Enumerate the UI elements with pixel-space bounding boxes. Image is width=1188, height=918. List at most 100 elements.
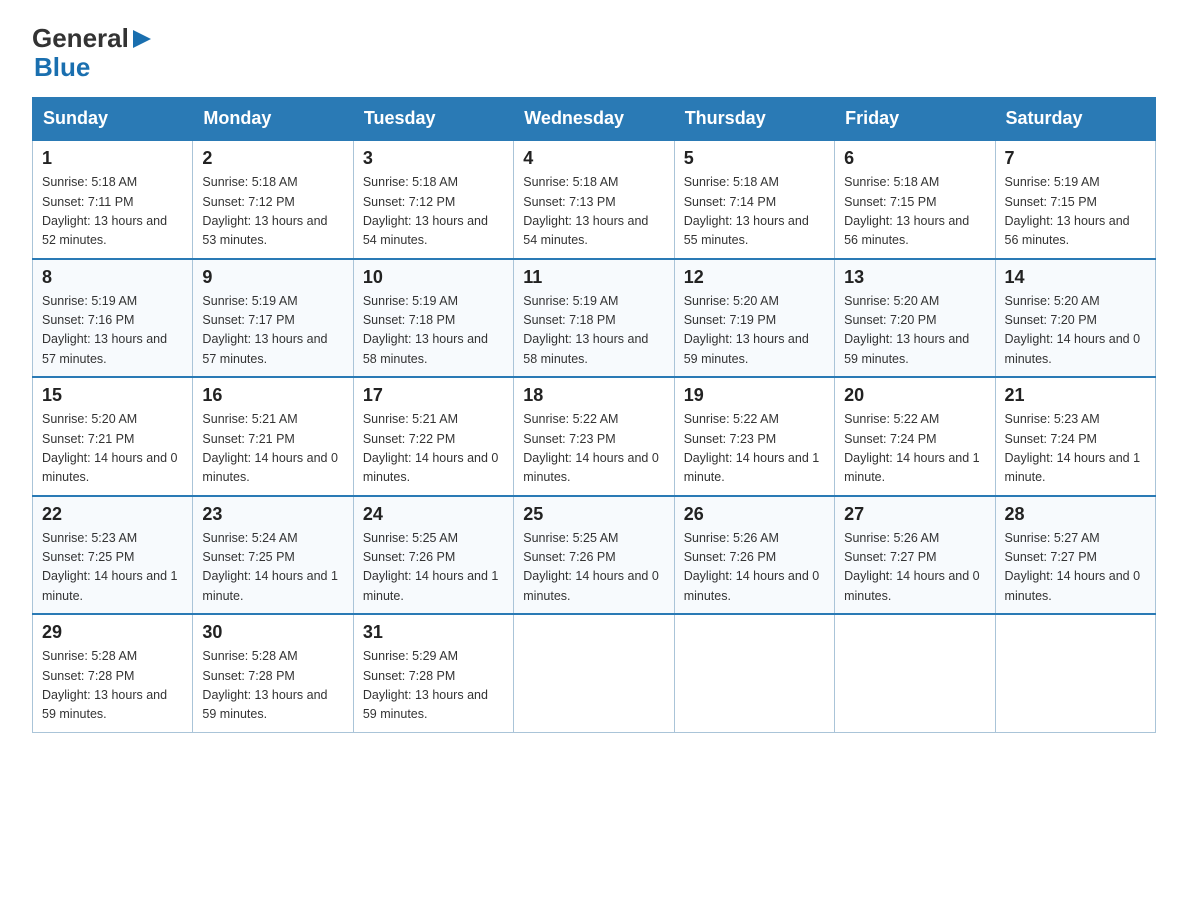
day-number: 16 xyxy=(202,385,343,406)
week-row-2: 8 Sunrise: 5:19 AMSunset: 7:16 PMDayligh… xyxy=(33,259,1156,378)
day-number: 25 xyxy=(523,504,664,525)
day-info: Sunrise: 5:19 AMSunset: 7:17 PMDaylight:… xyxy=(202,292,343,370)
day-number: 8 xyxy=(42,267,183,288)
day-number: 9 xyxy=(202,267,343,288)
day-number: 4 xyxy=(523,148,664,169)
header-monday: Monday xyxy=(193,98,353,141)
day-number: 12 xyxy=(684,267,825,288)
calendar-cell: 11 Sunrise: 5:19 AMSunset: 7:18 PMDaylig… xyxy=(514,259,674,378)
day-info: Sunrise: 5:19 AMSunset: 7:16 PMDaylight:… xyxy=(42,292,183,370)
day-number: 26 xyxy=(684,504,825,525)
day-info: Sunrise: 5:24 AMSunset: 7:25 PMDaylight:… xyxy=(202,529,343,607)
day-number: 28 xyxy=(1005,504,1146,525)
calendar-cell: 1 Sunrise: 5:18 AMSunset: 7:11 PMDayligh… xyxy=(33,140,193,259)
calendar-cell: 27 Sunrise: 5:26 AMSunset: 7:27 PMDaylig… xyxy=(835,496,995,615)
day-info: Sunrise: 5:18 AMSunset: 7:12 PMDaylight:… xyxy=(202,173,343,251)
calendar-cell: 6 Sunrise: 5:18 AMSunset: 7:15 PMDayligh… xyxy=(835,140,995,259)
day-info: Sunrise: 5:18 AMSunset: 7:14 PMDaylight:… xyxy=(684,173,825,251)
day-number: 5 xyxy=(684,148,825,169)
day-info: Sunrise: 5:18 AMSunset: 7:13 PMDaylight:… xyxy=(523,173,664,251)
day-number: 17 xyxy=(363,385,504,406)
week-row-1: 1 Sunrise: 5:18 AMSunset: 7:11 PMDayligh… xyxy=(33,140,1156,259)
logo-text-block: General Blue xyxy=(32,24,153,81)
calendar-cell: 20 Sunrise: 5:22 AMSunset: 7:24 PMDaylig… xyxy=(835,377,995,496)
calendar-cell: 31 Sunrise: 5:29 AMSunset: 7:28 PMDaylig… xyxy=(353,614,513,732)
header-thursday: Thursday xyxy=(674,98,834,141)
calendar-cell xyxy=(674,614,834,732)
day-info: Sunrise: 5:21 AMSunset: 7:21 PMDaylight:… xyxy=(202,410,343,488)
day-info: Sunrise: 5:27 AMSunset: 7:27 PMDaylight:… xyxy=(1005,529,1146,607)
day-number: 7 xyxy=(1005,148,1146,169)
page-header: General Blue xyxy=(32,24,1156,81)
day-number: 11 xyxy=(523,267,664,288)
calendar-cell: 15 Sunrise: 5:20 AMSunset: 7:21 PMDaylig… xyxy=(33,377,193,496)
day-info: Sunrise: 5:26 AMSunset: 7:26 PMDaylight:… xyxy=(684,529,825,607)
calendar-cell: 4 Sunrise: 5:18 AMSunset: 7:13 PMDayligh… xyxy=(514,140,674,259)
calendar-cell: 28 Sunrise: 5:27 AMSunset: 7:27 PMDaylig… xyxy=(995,496,1155,615)
calendar-cell xyxy=(514,614,674,732)
day-number: 14 xyxy=(1005,267,1146,288)
day-number: 20 xyxy=(844,385,985,406)
day-info: Sunrise: 5:23 AMSunset: 7:25 PMDaylight:… xyxy=(42,529,183,607)
logo-blue: Blue xyxy=(34,53,153,82)
logo-arrow-icon xyxy=(131,28,153,50)
day-info: Sunrise: 5:28 AMSunset: 7:28 PMDaylight:… xyxy=(202,647,343,725)
header-friday: Friday xyxy=(835,98,995,141)
calendar-cell: 7 Sunrise: 5:19 AMSunset: 7:15 PMDayligh… xyxy=(995,140,1155,259)
day-info: Sunrise: 5:20 AMSunset: 7:20 PMDaylight:… xyxy=(1005,292,1146,370)
day-info: Sunrise: 5:20 AMSunset: 7:21 PMDaylight:… xyxy=(42,410,183,488)
day-number: 15 xyxy=(42,385,183,406)
day-info: Sunrise: 5:26 AMSunset: 7:27 PMDaylight:… xyxy=(844,529,985,607)
day-info: Sunrise: 5:20 AMSunset: 7:19 PMDaylight:… xyxy=(684,292,825,370)
day-info: Sunrise: 5:22 AMSunset: 7:24 PMDaylight:… xyxy=(844,410,985,488)
day-info: Sunrise: 5:18 AMSunset: 7:11 PMDaylight:… xyxy=(42,173,183,251)
day-info: Sunrise: 5:25 AMSunset: 7:26 PMDaylight:… xyxy=(523,529,664,607)
day-number: 10 xyxy=(363,267,504,288)
calendar-cell: 5 Sunrise: 5:18 AMSunset: 7:14 PMDayligh… xyxy=(674,140,834,259)
day-info: Sunrise: 5:28 AMSunset: 7:28 PMDaylight:… xyxy=(42,647,183,725)
day-info: Sunrise: 5:29 AMSunset: 7:28 PMDaylight:… xyxy=(363,647,504,725)
calendar-cell: 29 Sunrise: 5:28 AMSunset: 7:28 PMDaylig… xyxy=(33,614,193,732)
calendar-cell: 19 Sunrise: 5:22 AMSunset: 7:23 PMDaylig… xyxy=(674,377,834,496)
day-number: 29 xyxy=(42,622,183,643)
header-tuesday: Tuesday xyxy=(353,98,513,141)
week-row-5: 29 Sunrise: 5:28 AMSunset: 7:28 PMDaylig… xyxy=(33,614,1156,732)
day-number: 24 xyxy=(363,504,504,525)
calendar-cell: 23 Sunrise: 5:24 AMSunset: 7:25 PMDaylig… xyxy=(193,496,353,615)
day-number: 13 xyxy=(844,267,985,288)
calendar-cell: 17 Sunrise: 5:21 AMSunset: 7:22 PMDaylig… xyxy=(353,377,513,496)
calendar-cell: 22 Sunrise: 5:23 AMSunset: 7:25 PMDaylig… xyxy=(33,496,193,615)
day-number: 22 xyxy=(42,504,183,525)
calendar-cell xyxy=(995,614,1155,732)
calendar-cell: 13 Sunrise: 5:20 AMSunset: 7:20 PMDaylig… xyxy=(835,259,995,378)
week-row-4: 22 Sunrise: 5:23 AMSunset: 7:25 PMDaylig… xyxy=(33,496,1156,615)
calendar-cell xyxy=(835,614,995,732)
day-number: 30 xyxy=(202,622,343,643)
day-info: Sunrise: 5:19 AMSunset: 7:18 PMDaylight:… xyxy=(363,292,504,370)
calendar-cell: 30 Sunrise: 5:28 AMSunset: 7:28 PMDaylig… xyxy=(193,614,353,732)
calendar-cell: 14 Sunrise: 5:20 AMSunset: 7:20 PMDaylig… xyxy=(995,259,1155,378)
day-info: Sunrise: 5:21 AMSunset: 7:22 PMDaylight:… xyxy=(363,410,504,488)
day-number: 27 xyxy=(844,504,985,525)
day-number: 6 xyxy=(844,148,985,169)
day-info: Sunrise: 5:22 AMSunset: 7:23 PMDaylight:… xyxy=(523,410,664,488)
day-info: Sunrise: 5:22 AMSunset: 7:23 PMDaylight:… xyxy=(684,410,825,488)
calendar-cell: 25 Sunrise: 5:25 AMSunset: 7:26 PMDaylig… xyxy=(514,496,674,615)
header-saturday: Saturday xyxy=(995,98,1155,141)
calendar-table: SundayMondayTuesdayWednesdayThursdayFrid… xyxy=(32,97,1156,733)
calendar-cell: 12 Sunrise: 5:20 AMSunset: 7:19 PMDaylig… xyxy=(674,259,834,378)
calendar-cell: 9 Sunrise: 5:19 AMSunset: 7:17 PMDayligh… xyxy=(193,259,353,378)
calendar-cell: 26 Sunrise: 5:26 AMSunset: 7:26 PMDaylig… xyxy=(674,496,834,615)
calendar-cell: 24 Sunrise: 5:25 AMSunset: 7:26 PMDaylig… xyxy=(353,496,513,615)
day-number: 3 xyxy=(363,148,504,169)
calendar-header-row: SundayMondayTuesdayWednesdayThursdayFrid… xyxy=(33,98,1156,141)
day-number: 19 xyxy=(684,385,825,406)
day-number: 2 xyxy=(202,148,343,169)
day-info: Sunrise: 5:23 AMSunset: 7:24 PMDaylight:… xyxy=(1005,410,1146,488)
calendar-cell: 16 Sunrise: 5:21 AMSunset: 7:21 PMDaylig… xyxy=(193,377,353,496)
day-info: Sunrise: 5:25 AMSunset: 7:26 PMDaylight:… xyxy=(363,529,504,607)
day-info: Sunrise: 5:19 AMSunset: 7:15 PMDaylight:… xyxy=(1005,173,1146,251)
header-wednesday: Wednesday xyxy=(514,98,674,141)
day-number: 21 xyxy=(1005,385,1146,406)
calendar-cell: 2 Sunrise: 5:18 AMSunset: 7:12 PMDayligh… xyxy=(193,140,353,259)
